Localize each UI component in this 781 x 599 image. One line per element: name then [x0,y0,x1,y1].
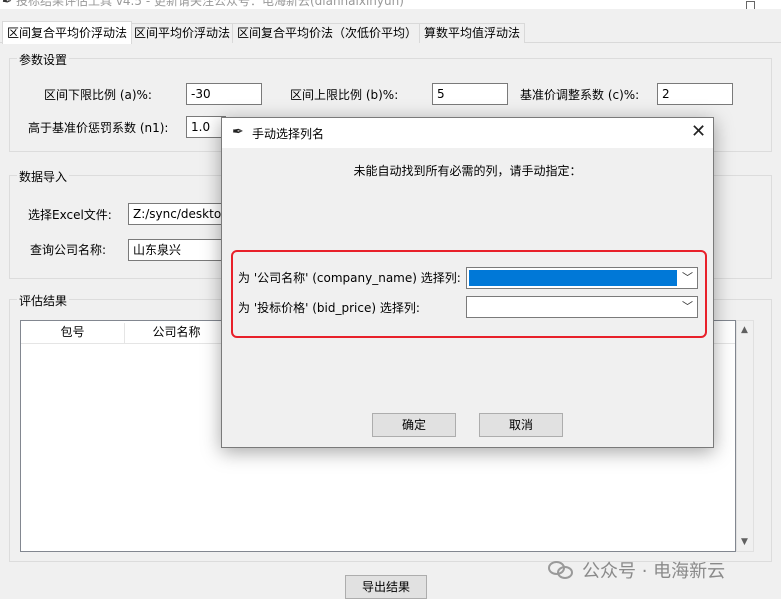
column-header-package[interactable]: 包号 [21,321,124,343]
lower-ratio-input[interactable]: -30 [186,83,262,105]
scroll-up-icon[interactable]: ▲ [741,325,748,335]
scroll-down-icon[interactable]: ▼ [741,537,748,547]
file-path-input[interactable]: Z:/sync/desktop [128,203,228,225]
column-header-company[interactable]: 公司名称 [125,321,228,343]
company-label: 查询公司名称: [30,243,107,257]
adjust-coef-input[interactable]: 2 [657,83,733,105]
selection-highlight [469,270,677,286]
upper-ratio-label: 区间上限比例 (b)%: [290,88,399,102]
watermark: 公众号 · 电海新云 [548,557,725,583]
price-column-label: 为 '投标价格' (bid_price) 选择列: [238,301,420,315]
watermark-text: 公众号 · 电海新云 [582,561,726,582]
tab-interval-composite-float[interactable]: 区间复合平均价浮动法 [2,21,133,44]
tab-interval-composite-second-low[interactable]: 区间复合平均价法（次低价平均） [232,23,423,43]
window-title: 投标结果评估工具 v4.5 - 更新请关注公众号：电海新云(dianhaixin… [16,0,404,8]
dialog-titlebar: ✒ 手动选择列名 ✕ [222,118,713,148]
feather-icon: ✒ [232,124,244,140]
window-titlebar: ✒ 投标结果评估工具 v4.5 - 更新请关注公众号：电海新云(dianhaix… [0,0,781,9]
dialog-message: 未能自动找到所有必需的列，请手动指定： [353,164,582,178]
wechat-icon [548,560,574,580]
lower-ratio-label: 区间下限比例 (a)%: [44,88,152,102]
price-column-select[interactable]: ﹀ [466,296,698,318]
company-column-label: 为 '公司名称' (company_name) 选择列: [238,271,461,285]
export-button[interactable]: 导出结果 [345,575,427,599]
chevron-down-icon[interactable]: ﹀ [682,299,693,315]
penalty-coef-input[interactable]: 1.0 [186,116,226,138]
maximize-icon[interactable] [746,1,755,9]
chevron-down-icon[interactable]: ﹀ [682,270,693,286]
results-scrollbar[interactable]: ▲ ▼ [736,320,754,552]
highlight-box [231,250,707,338]
close-icon[interactable]: ✕ [691,121,706,143]
column-select-dialog: ✒ 手动选择列名 ✕ 未能自动找到所有必需的列，请手动指定： 为 '公司名称' … [221,117,714,448]
penalty-coef-label: 高于基准价惩罚系数 (n1): [28,121,169,135]
import-group-title: 数据导入 [17,168,70,185]
params-group-title: 参数设置 [17,51,70,68]
file-label: 选择Excel文件: [28,208,112,222]
minimize-icon[interactable]: — [712,0,726,6]
ok-button[interactable]: 确定 [372,413,456,437]
tab-arithmetic-mean-float[interactable]: 算数平均值浮动法 [419,23,526,43]
company-column-select[interactable]: ﹀ [466,267,698,289]
dialog-title: 手动选择列名 [252,127,325,141]
results-group-title: 评估结果 [17,292,70,309]
cancel-button[interactable]: 取消 [479,413,563,437]
upper-ratio-input[interactable]: 5 [432,83,508,105]
tab-interval-average-float[interactable]: 区间平均价浮动法 [129,23,236,43]
feather-icon: ✒ [2,0,13,8]
tab-bar: 区间复合平均价浮动法 区间平均价浮动法 区间复合平均价法（次低价平均） 算数平均… [0,21,781,44]
company-name-input[interactable]: 山东泉兴 [128,239,228,261]
adjust-coef-label: 基准价调整系数 (c)%: [520,88,640,102]
